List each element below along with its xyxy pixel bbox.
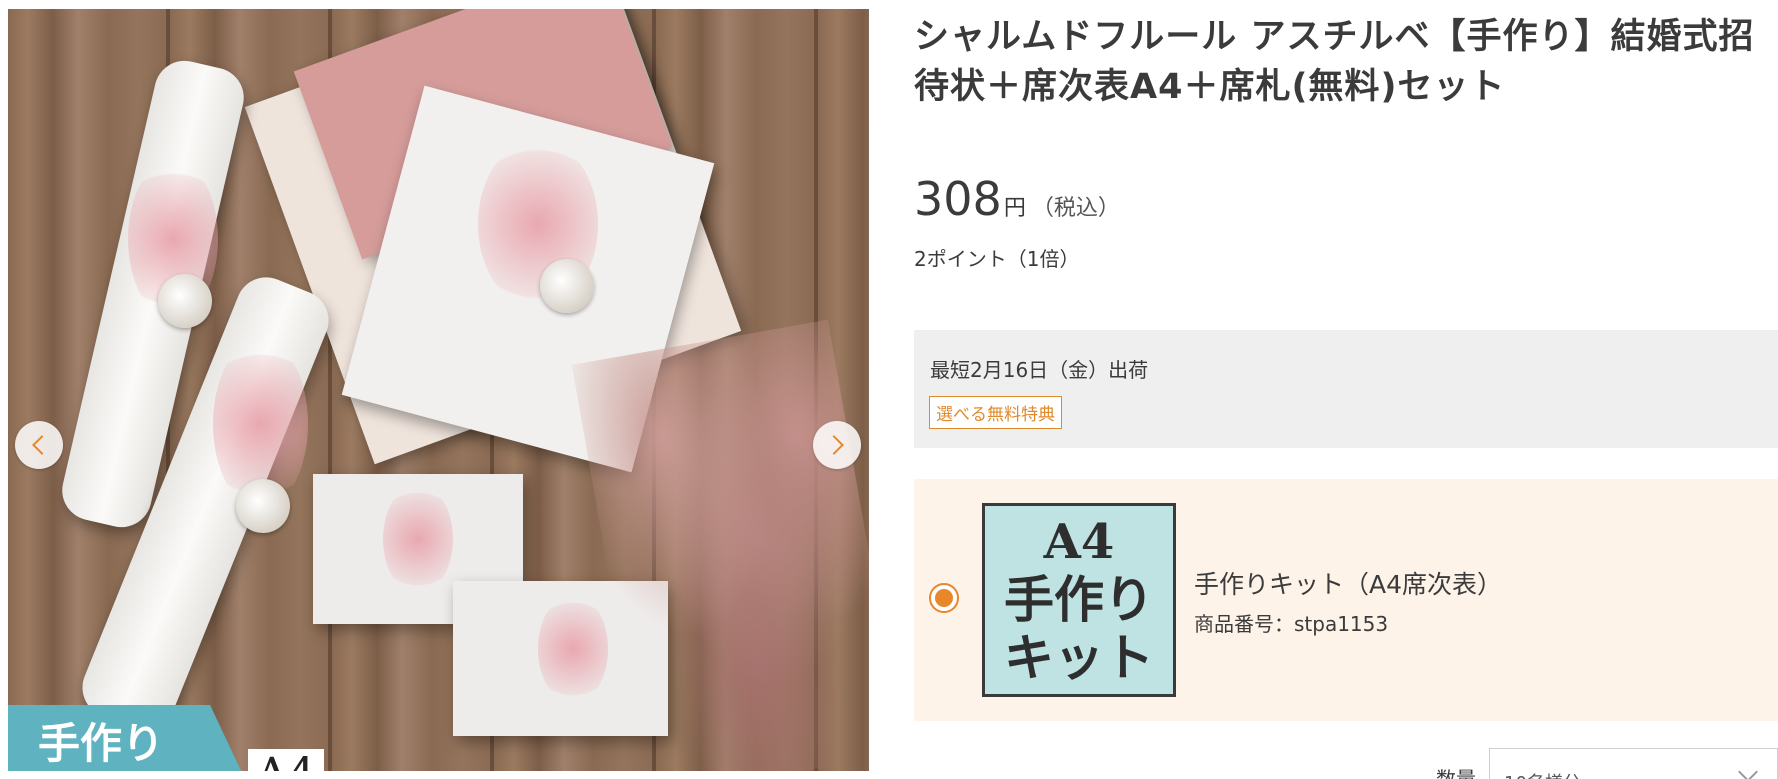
gallery-prev-button[interactable] [15,421,63,469]
quantity-select[interactable]: 10名様分 [1489,748,1778,779]
flower-illustration [383,484,453,594]
wax-seal-illustration [158,274,212,328]
price-tax-note: （税込） [1031,196,1120,221]
price-currency: 円 [1003,196,1026,221]
option-thumbnail: A4 手作り キット [982,503,1176,697]
ribbon-size-label: A4 [248,749,324,771]
product-photo [8,9,869,771]
option-product-code: 商品番号：stpa1153 [1194,612,1389,636]
flower-illustration [538,594,608,704]
wax-seal-illustration [540,259,594,313]
gallery-next-button[interactable] [813,421,861,469]
shipping-info-box: 最短2月16日（金）出荷 選べる無料特典 [914,330,1778,448]
handmade-ribbon: 手作り [8,705,243,771]
option-name: 手作りキット（A4席次表） [1194,570,1503,599]
option-handmade-kit[interactable]: A4 手作り キット 手作りキット（A4席次表） 商品番号：stpa1153 [914,479,1778,721]
chevron-right-icon [824,435,844,455]
chevron-left-icon [32,435,52,455]
chevron-down-icon [1738,762,1758,779]
points-label: 2ポイント（1倍） [914,247,1080,271]
price-row: 308 円 （税込） [914,172,1120,226]
radio-selected-dot [935,589,953,607]
free-bonus-badge[interactable]: 選べる無料特典 [929,396,1062,429]
thumb-line-1: A4 [1043,514,1115,570]
option-radio[interactable] [929,583,959,613]
quantity-value: 10名様分 [1504,769,1581,779]
thumb-line-3: キット [1004,628,1154,687]
wax-seal-illustration [236,479,290,533]
product-image-gallery: 手作り A4 [8,9,869,771]
ribbon-label: 手作り [38,718,165,768]
product-title: シャルムドフルール アスチルベ【手作り】結婚式招待状＋席次表A4＋席札(無料)セ… [914,17,1755,107]
thumb-line-2: 手作り [1004,570,1154,629]
price-value: 308 [914,172,1002,226]
quantity-label: 数量 [1436,767,1476,779]
shipping-date: 最短2月16日（金）出荷 [930,358,1149,382]
